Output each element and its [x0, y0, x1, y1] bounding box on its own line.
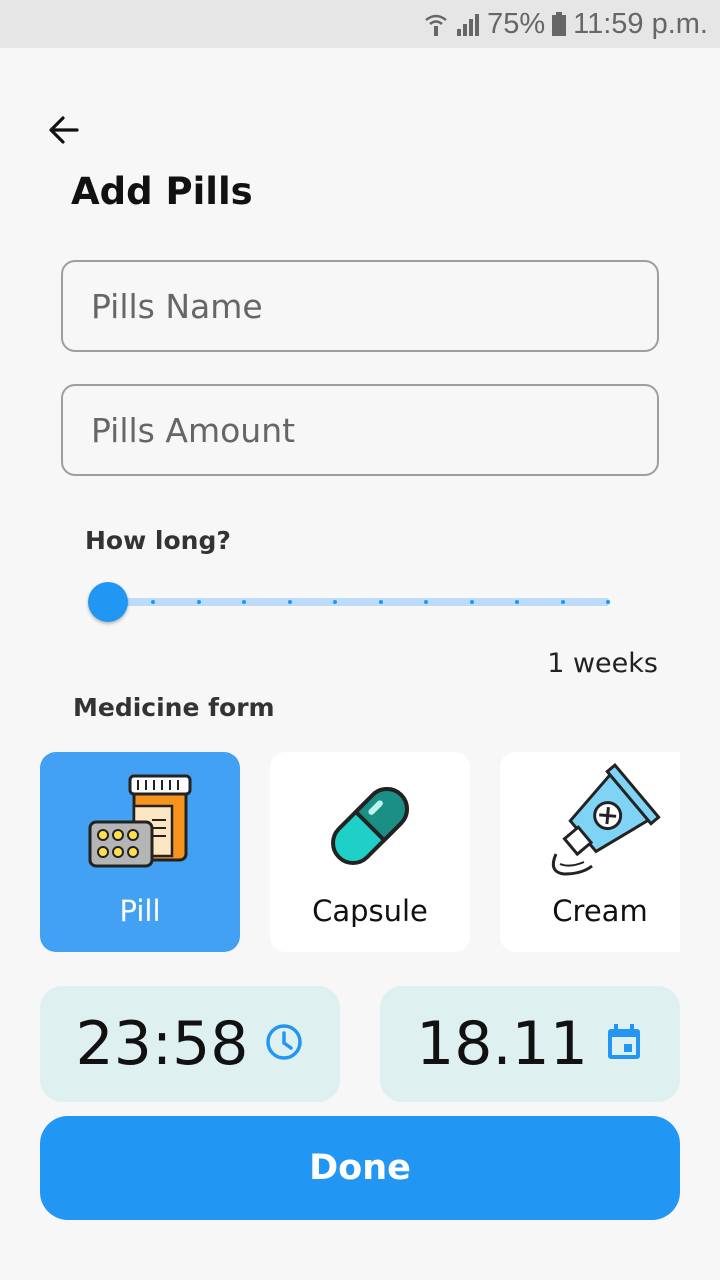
signal-icon: [455, 11, 481, 37]
slider-tick: [287, 600, 292, 604]
date-picker[interactable]: 18.11: [380, 986, 680, 1102]
pills-name-input[interactable]: [91, 286, 657, 326]
time-value: 23:58: [75, 1009, 249, 1079]
pills-amount-field[interactable]: [61, 384, 659, 476]
capsule-icon: [270, 762, 470, 882]
slider-track: [108, 598, 610, 606]
duration-slider[interactable]: [88, 582, 618, 622]
slider-tick: [196, 600, 201, 604]
time-picker[interactable]: 23:58: [40, 986, 340, 1102]
back-button[interactable]: [40, 108, 88, 156]
duration-label: How long?: [85, 526, 231, 555]
slider-tick: [469, 600, 474, 604]
pill-bottle-icon: [40, 762, 240, 882]
done-button[interactable]: Done: [40, 1116, 680, 1220]
date-value: 18.11: [416, 1009, 588, 1079]
medicine-form-label: Medicine form: [73, 693, 275, 722]
wifi-icon: [423, 11, 449, 37]
pills-amount-input[interactable]: [91, 410, 657, 450]
calendar-icon: [604, 1022, 644, 1066]
form-option-pill[interactable]: Pill: [40, 752, 240, 952]
form-option-capsule[interactable]: Capsule: [270, 752, 470, 952]
battery-icon: [551, 11, 567, 37]
status-bar: 75% 11:59 p.m.: [0, 0, 720, 48]
battery-percentage: 75%: [487, 7, 546, 40]
duration-value: 1 weeks: [547, 648, 658, 679]
form-option-label: Pill: [119, 894, 161, 928]
form-option-label: Cream: [552, 894, 648, 928]
clock-icon: [264, 1022, 304, 1066]
slider-thumb[interactable]: [88, 582, 128, 622]
status-time: 11:59 p.m.: [573, 7, 708, 40]
page-title: Add Pills: [71, 170, 253, 213]
slider-tick: [560, 600, 565, 604]
medicine-form-carousel[interactable]: Pill Capsule Cream: [40, 752, 680, 952]
pills-name-field[interactable]: [61, 260, 659, 352]
arrow-left-icon: [47, 113, 81, 151]
slider-tick: [606, 600, 610, 604]
slider-tick: [378, 600, 383, 604]
form-option-label: Capsule: [312, 894, 428, 928]
form-option-cream[interactable]: Cream: [500, 752, 680, 952]
cream-tube-icon: [500, 762, 680, 882]
